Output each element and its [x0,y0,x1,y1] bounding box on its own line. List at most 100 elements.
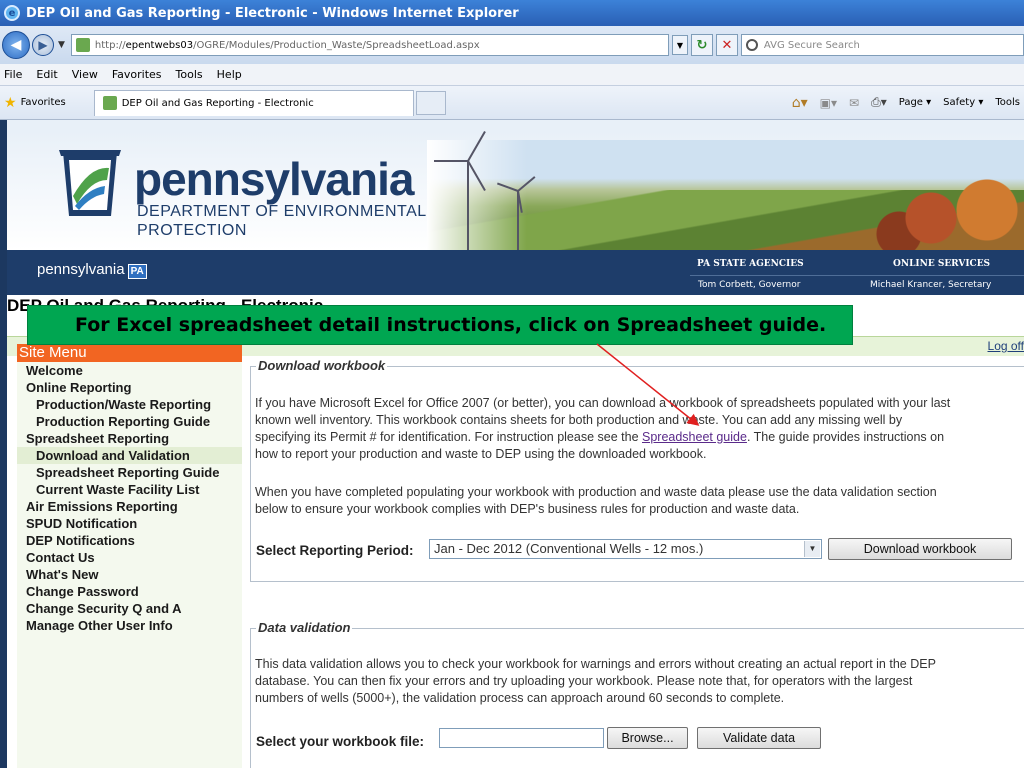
download-line-3: specifying its Permit # for identificati… [255,429,1024,446]
new-tab-button[interactable] [415,90,446,115]
url-host: epentwebs03 [125,39,194,51]
page-menu-label: Page [898,97,923,108]
menu-item-dep-notifications[interactable]: DEP Notifications [17,532,242,549]
stop-button[interactable]: ✕ [715,34,738,56]
reporting-period-label: Select Reporting Period: [256,543,414,558]
command-bar: ⌂▾ ▣▾ ✉ ⎙▾ Page ▾ Safety ▾ Tools [792,95,1024,111]
forward-button[interactable]: ▶ [32,34,54,56]
online-services-link[interactable]: ONLINE SERVICES [893,259,990,269]
menu-file[interactable]: File [4,68,22,81]
download-line-4: how to report your production and waste … [255,447,707,461]
menu-item-contact-us[interactable]: Contact Us [17,549,242,566]
search-placeholder: AVG Secure Search [763,39,860,51]
menu-item-welcome[interactable]: Welcome [17,362,242,379]
menu-edit[interactable]: Edit [36,68,57,81]
menu-help[interactable]: Help [217,68,242,81]
menu-item-spreadsheet-reporting-guide[interactable]: Spreadsheet Reporting Guide [17,464,242,481]
download-line-2: known well inventory. This workbook cont… [255,413,903,427]
pa-home-link[interactable]: pennsylvania PA [37,261,147,279]
brand-block: pennsylvania DEPARTMENT OF ENVIRONMENTAL… [134,156,427,240]
photo-fade [427,140,527,250]
spreadsheet-guide-link[interactable]: Spreadsheet guide [642,430,747,444]
keystone-logo-icon [59,150,121,216]
reporting-period-value: Jan - Dec 2012 (Conventional Wells - 12 … [434,541,704,556]
data-validation-legend: Data validation [256,620,353,635]
header-banner: pennsylvania DEPARTMENT OF ENVIRONMENTAL… [7,120,1024,250]
workbook-file-label: Select your workbook file: [256,734,425,749]
validation-instructions: This data validation allows you to check… [255,656,1024,707]
print-icon[interactable]: ⎙▾ [871,95,887,110]
url-prefix: http:// [94,39,126,51]
internet-explorer-icon: e [4,5,20,21]
menu-item-manage-other-user-info[interactable]: Manage Other User Info [17,617,242,634]
download-note: When you have completed populating your … [255,484,1024,518]
menu-item-whats-new[interactable]: What's New [17,566,242,583]
menu-item-change-password[interactable]: Change Password [17,583,242,600]
pa-badge-icon: PA [127,264,147,279]
page-left-edge [0,120,7,768]
workbook-file-input[interactable] [439,728,604,748]
refresh-button[interactable]: ↻ [690,34,713,56]
reporting-period-select[interactable]: Jan - Dec 2012 (Conventional Wells - 12 … [429,539,822,559]
forward-arrow-icon: ▶ [38,38,48,52]
safety-menu-label: Safety [943,97,976,108]
menu-tools[interactable]: Tools [176,68,203,81]
menu-item-production-reporting-guide[interactable]: Production Reporting Guide [17,413,242,430]
address-row: ◀ ▶ ▼ http://epentwebs03/OGRE/Modules/Pr… [0,26,1024,64]
tab-title: DEP Oil and Gas Reporting - Electronic [121,97,314,109]
download-line-1: If you have Microsoft Excel for Office 2… [255,396,951,410]
governor-link[interactable]: Tom Corbett, Governor [698,280,800,290]
menu-item-spud-notification[interactable]: SPUD Notification [17,515,242,532]
safety-menu[interactable]: Safety ▾ [943,97,983,108]
menu-favorites[interactable]: Favorites [112,68,162,81]
logoff-link[interactable]: Log off [988,339,1024,353]
validation-line-1: This data validation allows you to check… [255,657,936,671]
address-dropdown-icon[interactable]: ▼ [671,35,688,55]
web-page: pennsylvania DEPARTMENT OF ENVIRONMENTAL… [0,120,1024,768]
brand-name: pennsylvania [134,153,414,205]
validate-data-button[interactable]: Validate data [697,727,821,749]
download-line-3-post: . The guide provides instructions on [746,430,945,444]
browser-tab[interactable]: DEP Oil and Gas Reporting - Electronic [93,89,414,116]
download-line-3-pre: specifying its Permit # for identificati… [255,430,642,444]
refresh-icon: ↻ [696,37,708,53]
browse-button[interactable]: Browse... [607,727,688,749]
read-mail-icon[interactable]: ✉ [849,96,859,110]
favorites-bar: ★ Favorites DEP Oil and Gas Reporting - … [0,86,1024,120]
tools-menu[interactable]: Tools [995,97,1020,108]
search-input[interactable]: AVG Secure Search [740,34,1024,56]
menu-item-spreadsheet-reporting[interactable]: Spreadsheet Reporting [17,430,242,447]
menu-item-change-security-qa[interactable]: Change Security Q and A [17,600,242,617]
validation-line-2: database. You can then fix your errors a… [255,674,913,688]
menu-item-air-emissions-reporting[interactable]: Air Emissions Reporting [17,498,242,515]
download-note-line-2: below to ensure your workbook complies w… [255,502,800,516]
menu-item-download-and-validation[interactable]: Download and Validation [17,447,242,464]
menu-item-production-waste-reporting[interactable]: Production/Waste Reporting [17,396,242,413]
favorites-button[interactable]: Favorites [21,97,66,108]
home-icon[interactable]: ⌂▾ [792,95,808,111]
nav-divider [690,275,1024,276]
chevron-down-icon: ▼ [804,541,820,557]
state-agencies-link[interactable]: PA STATE AGENCIES [697,259,804,269]
download-note-line-1: When you have completed populating your … [255,485,937,499]
history-dropdown-icon[interactable]: ▼ [58,40,65,50]
window-titlebar: e DEP Oil and Gas Reporting - Electronic… [0,0,1024,26]
back-button[interactable]: ◀ [2,31,30,59]
back-arrow-icon: ◀ [10,37,22,53]
search-icon [745,39,758,51]
site-favicon-icon [75,38,90,52]
state-nav-strip: pennsylvania PA PA STATE AGENCIES ONLINE … [7,250,1024,295]
menu-view[interactable]: View [72,68,98,81]
download-workbook-button[interactable]: Download workbook [828,538,1012,560]
menu-item-online-reporting[interactable]: Online Reporting [17,379,242,396]
page-menu[interactable]: Page ▾ [899,97,931,108]
url-path: /OGRE/Modules/Production_Waste/Spreadshe… [193,39,480,51]
site-menu-heading: Site Menu [17,344,242,362]
site-menu: Welcome Online Reporting Production/Wast… [17,362,242,634]
menu-item-current-waste-facility-list[interactable]: Current Waste Facility List [17,481,242,498]
feeds-icon[interactable]: ▣▾ [820,96,837,110]
instruction-callout: For Excel spreadsheet detail instruction… [27,305,853,345]
secretary-link[interactable]: Michael Krancer, Secretary [870,280,991,290]
address-bar[interactable]: http://epentwebs03/OGRE/Modules/Producti… [70,34,669,56]
dept-line-1: DEPARTMENT OF ENVIRONMENTAL [137,203,427,220]
